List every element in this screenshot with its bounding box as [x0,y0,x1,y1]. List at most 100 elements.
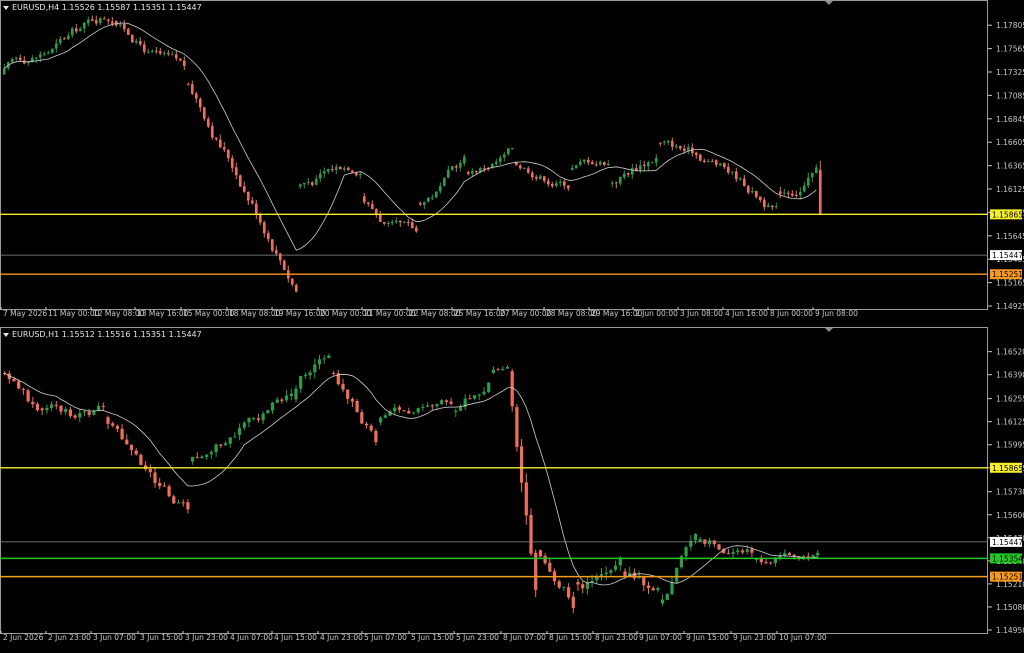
candle[interactable] [426,402,430,408]
candle[interactable] [270,401,275,414]
chart-window-h1[interactable]: 1.16520 1.16390 1.16255 1.16125 1.15995 1.158… [0,327,1024,653]
candle[interactable] [642,575,646,592]
candle[interactable] [671,137,674,151]
candle[interactable] [51,48,54,54]
candle[interactable] [473,395,477,401]
candle[interactable] [407,218,410,227]
candle[interactable] [806,552,810,561]
candle[interactable] [195,452,199,459]
candle[interactable] [775,202,778,209]
candle[interactable] [815,164,818,174]
candle[interactable] [811,172,814,183]
candle[interactable] [395,217,398,224]
candle[interactable] [764,559,768,565]
candle[interactable] [609,569,613,576]
candle[interactable] [336,370,340,386]
candle[interactable] [283,259,286,271]
candle[interactable] [451,165,454,171]
candle[interactable] [740,548,745,555]
candle[interactable] [743,175,746,187]
candle[interactable] [291,278,294,287]
candle[interactable] [158,477,162,490]
candle[interactable] [360,409,364,425]
h1-chart-svg[interactable]: 1.16520 1.16390 1.16255 1.16125 1.15995 1.158… [0,327,1024,653]
candle[interactable] [239,174,242,187]
candle[interactable] [440,398,444,405]
candle[interactable] [313,358,317,379]
candle[interactable] [571,164,574,171]
candle[interactable] [383,221,386,226]
candle[interactable] [120,424,124,440]
candle[interactable] [95,15,98,26]
candle[interactable] [763,197,766,211]
candle[interactable] [187,82,190,86]
candle[interactable] [351,169,354,173]
candle[interactable] [307,177,310,186]
candle[interactable] [431,194,434,201]
candle[interactable] [399,220,402,227]
candle[interactable] [435,403,439,409]
candle[interactable] [583,159,586,165]
candle[interactable] [223,142,226,153]
candle[interactable] [655,154,658,167]
candle[interactable] [107,18,110,25]
candle[interactable] [591,159,594,165]
candle[interactable] [416,407,420,415]
candle[interactable] [148,464,152,478]
candle[interactable] [430,403,434,410]
candle[interactable] [587,156,590,166]
candle[interactable] [455,164,458,172]
candle[interactable] [45,404,49,414]
candle[interactable] [515,404,519,452]
candle[interactable] [435,191,438,198]
candle[interactable] [599,568,604,581]
candle[interactable] [444,399,448,406]
candle[interactable] [191,80,194,96]
candle[interactable] [115,424,119,433]
candle[interactable] [611,180,614,188]
candle[interactable] [698,536,702,542]
candle[interactable] [223,441,228,446]
candle[interactable] [708,537,712,548]
candle[interactable] [551,181,554,189]
candle[interactable] [496,367,500,371]
candle[interactable] [181,499,185,507]
candle[interactable] [203,106,206,121]
candle[interactable] [3,63,6,75]
candle[interactable] [233,432,237,438]
candle[interactable] [261,411,265,424]
candle[interactable] [331,165,334,173]
candle[interactable] [332,371,336,376]
candle[interactable] [205,454,209,460]
candle[interactable] [294,385,298,403]
candle[interactable] [285,390,289,403]
candle[interactable] [491,366,495,374]
candle[interactable] [299,183,302,189]
candle[interactable] [299,375,303,393]
candle[interactable] [767,202,770,208]
candle[interactable] [703,539,707,547]
candle[interactable] [651,161,654,164]
candle[interactable] [163,50,166,57]
candle[interactable] [571,591,575,614]
candle[interactable] [529,508,533,556]
horizontal-level[interactable]: 1.15865 [0,209,1023,220]
candle[interactable] [563,179,566,190]
candle[interactable] [719,162,722,167]
candle[interactable] [339,165,342,170]
candle[interactable] [322,355,326,364]
candle[interactable] [155,46,158,54]
candle[interactable] [11,57,14,63]
candle[interactable] [271,238,274,253]
candle[interactable] [255,199,258,219]
candle[interactable] [819,160,822,215]
candle[interactable] [803,181,806,193]
candle[interactable] [507,148,510,156]
candle[interactable] [59,36,62,46]
candle[interactable] [131,34,134,43]
price-axis[interactable]: 1.17805 1.17565 1.17325 1.17085 1.16845 1.166… [988,21,1024,311]
candle[interactable] [199,97,202,112]
horizontal-level[interactable]: 1.15251 [0,269,1023,280]
candle[interactable] [411,412,416,415]
candle[interactable] [127,27,130,36]
